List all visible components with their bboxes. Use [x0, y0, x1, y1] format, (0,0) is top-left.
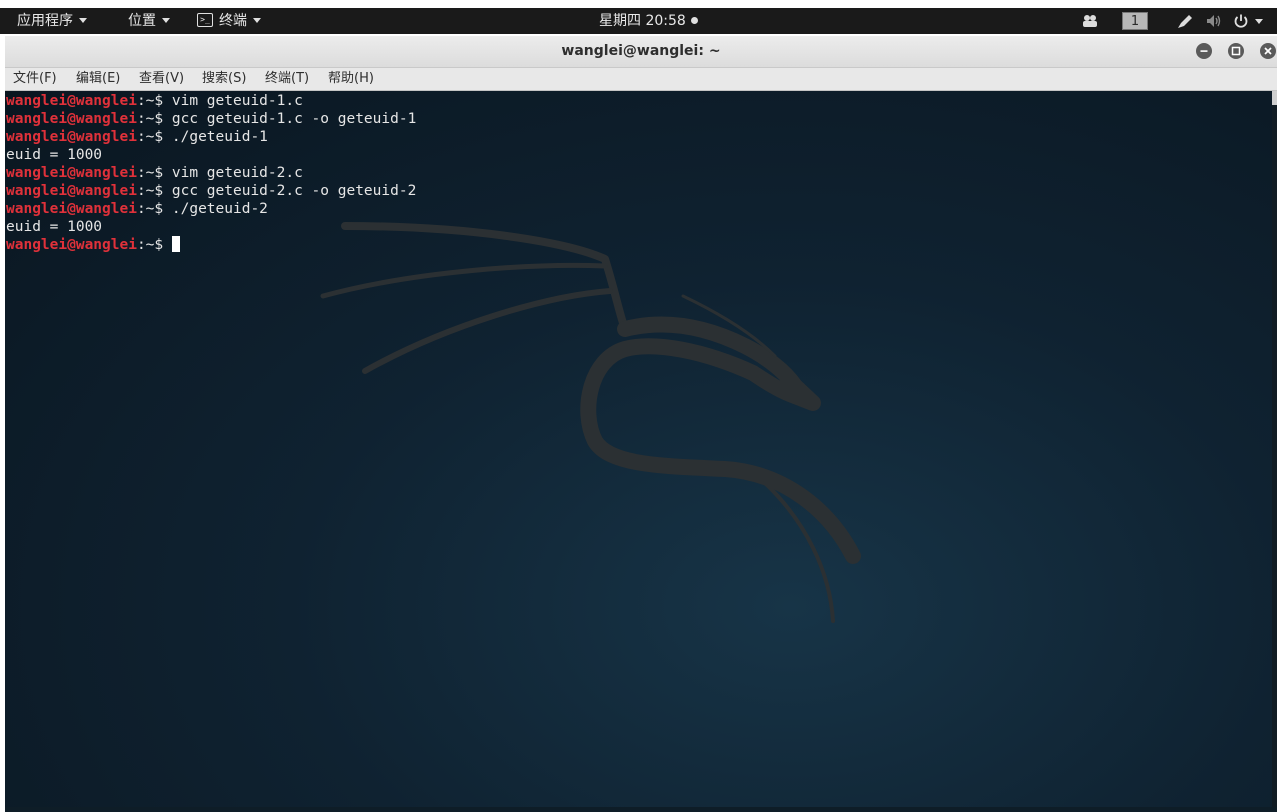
- prompt-suffix: :~$: [136, 111, 172, 127]
- prompt-user: wanglei@wanglei: [6, 201, 137, 217]
- terminal-app-menu[interactable]: >_ 终端: [197, 8, 261, 34]
- prompt-line: wanglei@wanglei:~$ vim geteuid-1.c: [6, 92, 416, 110]
- pen-icon[interactable]: [1176, 13, 1194, 29]
- command-text: ./geteuid-2: [171, 201, 268, 217]
- prompt-line: wanglei@wanglei:~$: [6, 236, 416, 254]
- clock[interactable]: 星期四 20:58: [599, 8, 698, 34]
- prompt-suffix: :~$: [136, 129, 172, 145]
- prompt-suffix: :~$: [136, 165, 172, 181]
- maximize-button[interactable]: [1228, 43, 1244, 59]
- volume-icon[interactable]: [1205, 13, 1223, 29]
- terminal-output-area[interactable]: wanglei@wanglei:~$ vim geteuid-1.c wangle…: [5, 91, 1272, 807]
- close-button[interactable]: [1260, 43, 1276, 59]
- terminal-app-label: 终端: [219, 13, 247, 29]
- places-label: 位置: [128, 13, 156, 29]
- power-icon[interactable]: [1233, 13, 1249, 29]
- chevron-down-icon: [162, 17, 170, 23]
- terminal-window: wanglei@wanglei: ~ 文件(F) 编辑(E) 查看(V) 搜索(…: [5, 36, 1277, 812]
- maximize-icon: [1231, 46, 1241, 56]
- prompt-user: wanglei@wanglei: [6, 183, 137, 199]
- chevron-down-icon: [79, 17, 87, 23]
- command-text: vim geteuid-2.c: [171, 165, 303, 181]
- notification-dot-icon: [690, 16, 698, 24]
- chevron-down-icon: [253, 17, 261, 23]
- people-icon[interactable]: [1081, 13, 1099, 29]
- command-text: gcc geteuid-2.c -o geteuid-2: [171, 183, 417, 199]
- prompt-user: wanglei@wanglei: [6, 93, 137, 109]
- prompt-suffix: :~$: [136, 237, 172, 253]
- prompt-line: wanglei@wanglei:~$ ./geteuid-1: [6, 128, 416, 146]
- window-title: wanglei@wanglei: ~: [561, 43, 721, 59]
- terminal-lines: wanglei@wanglei:~$ vim geteuid-1.c wangle…: [6, 92, 416, 254]
- minimize-button[interactable]: [1196, 43, 1212, 59]
- menu-search[interactable]: 搜索(S): [202, 68, 246, 90]
- scrollbar[interactable]: [1272, 91, 1277, 807]
- clock-text: 星期四 20:58: [599, 13, 686, 29]
- prompt-suffix: :~$: [136, 201, 172, 217]
- prompt-line: wanglei@wanglei:~$ gcc geteuid-2.c -o ge…: [6, 182, 416, 200]
- menu-view[interactable]: 查看(V): [139, 68, 184, 90]
- prompt-line: wanglei@wanglei:~$ gcc geteuid-1.c -o ge…: [6, 110, 416, 128]
- top-panel: 应用程序 位置 >_ 终端 星期四 20:58 1: [0, 8, 1277, 34]
- applications-menu[interactable]: 应用程序: [17, 8, 87, 34]
- text-cursor: [171, 236, 180, 252]
- menu-bar: 文件(F) 编辑(E) 查看(V) 搜索(S) 终端(T) 帮助(H): [5, 68, 1277, 91]
- places-menu[interactable]: 位置: [128, 8, 170, 34]
- prompt-suffix: :~$: [136, 93, 172, 109]
- scrollbar-thumb[interactable]: [1272, 91, 1277, 105]
- prompt-user: wanglei@wanglei: [6, 237, 137, 253]
- minimize-icon: [1200, 50, 1208, 52]
- menu-help[interactable]: 帮助(H): [328, 68, 374, 90]
- command-text: ./geteuid-1: [171, 129, 268, 145]
- title-bar[interactable]: wanglei@wanglei: ~: [5, 36, 1277, 68]
- workspace-indicator[interactable]: 1: [1122, 12, 1148, 30]
- prompt-user: wanglei@wanglei: [6, 129, 137, 145]
- menu-file[interactable]: 文件(F): [13, 68, 57, 90]
- output-line: euid = 1000: [6, 219, 103, 235]
- command-text: gcc geteuid-1.c -o geteuid-1: [171, 111, 417, 127]
- close-icon: [1264, 47, 1272, 55]
- prompt-suffix: :~$: [136, 183, 172, 199]
- prompt-user: wanglei@wanglei: [6, 165, 137, 181]
- command-text: vim geteuid-1.c: [171, 93, 303, 109]
- menu-terminal[interactable]: 终端(T): [265, 68, 309, 90]
- prompt-user: wanglei@wanglei: [6, 111, 137, 127]
- menu-edit[interactable]: 编辑(E): [76, 68, 120, 90]
- chevron-down-icon[interactable]: [1255, 19, 1263, 24]
- terminal-app-icon: >_: [197, 12, 213, 27]
- prompt-line: wanglei@wanglei:~$ ./geteuid-2: [6, 200, 416, 218]
- output-line: euid = 1000: [6, 147, 103, 163]
- prompt-line: wanglei@wanglei:~$ vim geteuid-2.c: [6, 164, 416, 182]
- applications-label: 应用程序: [17, 13, 73, 29]
